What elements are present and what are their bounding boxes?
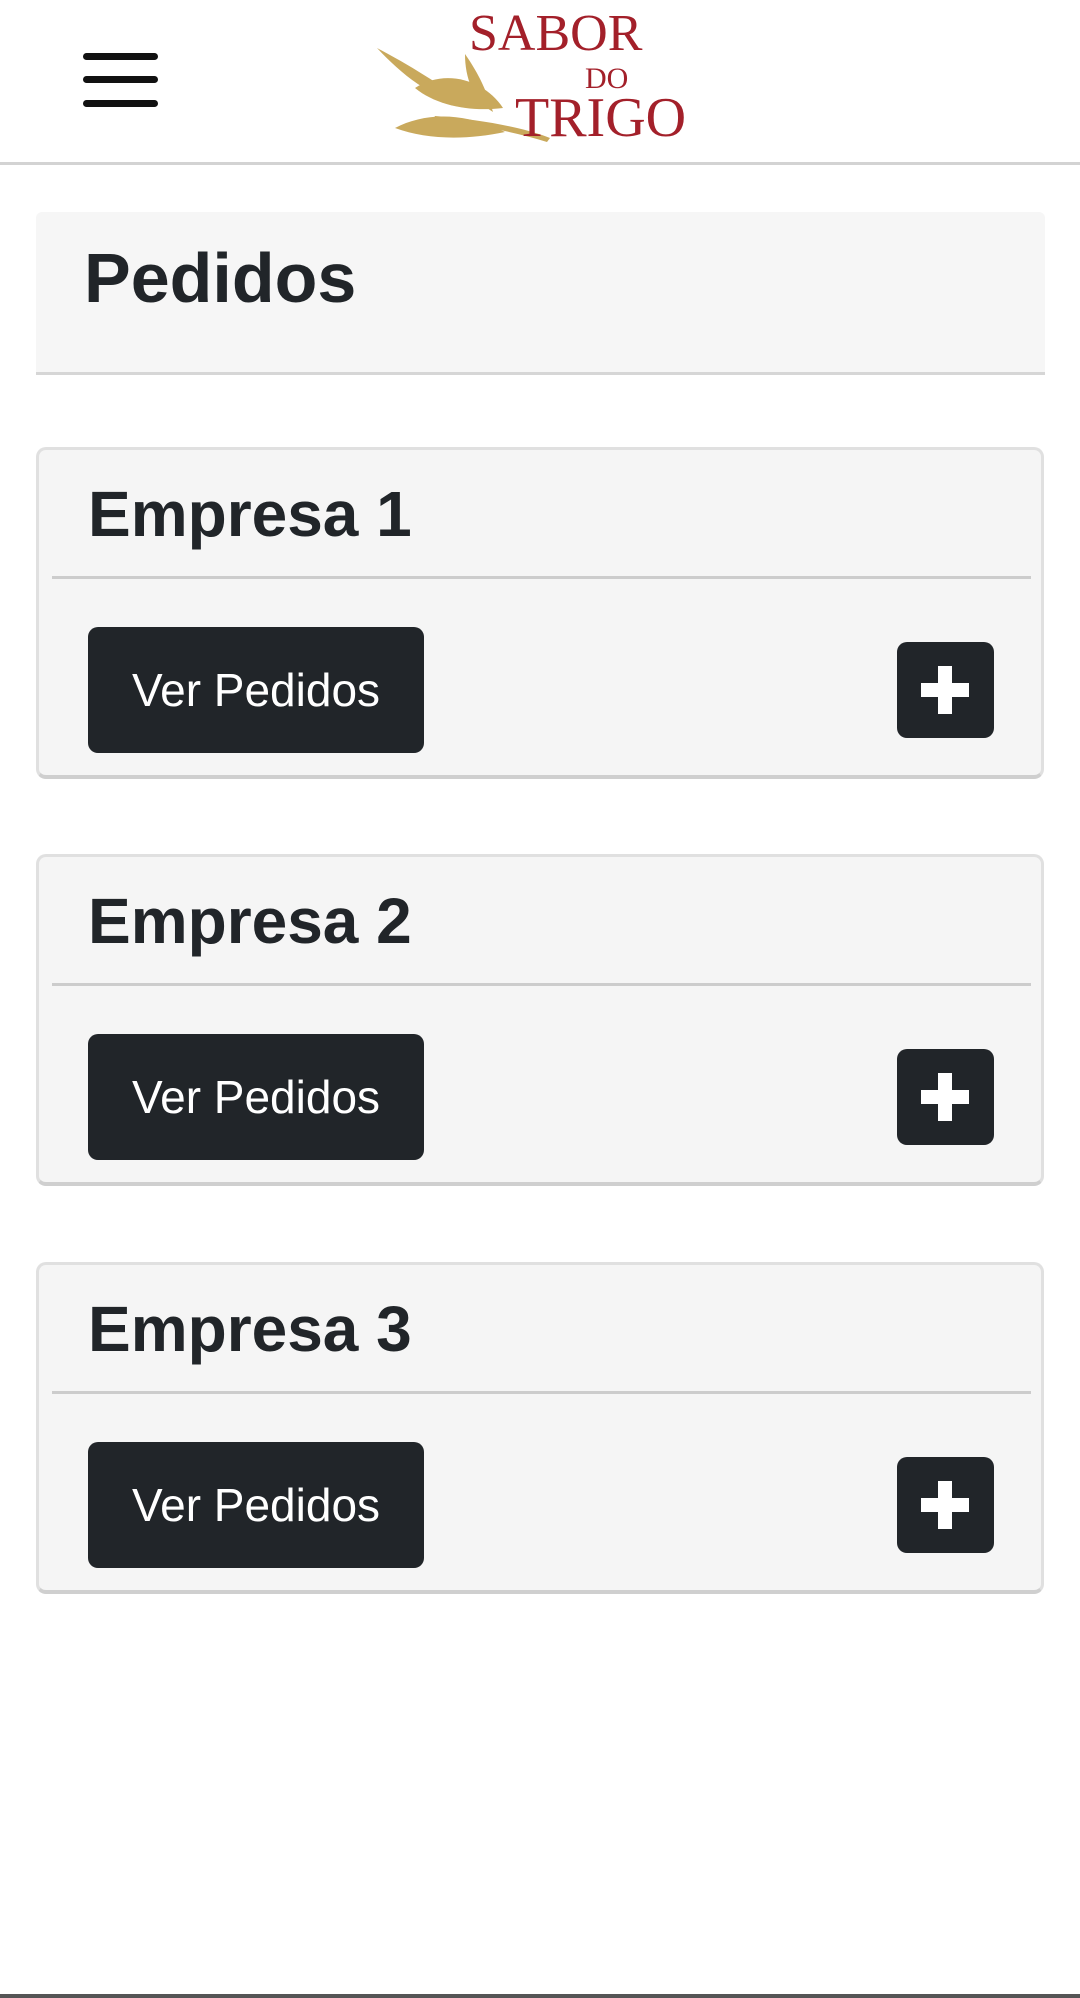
add-order-button[interactable] [897,642,994,738]
card-divider [52,983,1031,986]
card-divider [52,1391,1031,1394]
page-title: Pedidos [84,239,357,317]
ver-pedidos-button[interactable]: Ver Pedidos [88,1442,424,1568]
top-navbar: SABOR DO TRIGO [0,0,1080,165]
page-header: Pedidos [36,212,1045,375]
logo-text-sabor: SABOR [469,8,643,62]
add-order-button[interactable] [897,1049,994,1145]
company-name: Empresa 2 [88,885,412,957]
brand-logo[interactable]: SABOR DO TRIGO [375,8,715,148]
company-name: Empresa 1 [88,478,412,550]
card-divider [52,576,1031,579]
company-card: Empresa 1 Ver Pedidos [36,447,1044,779]
ver-pedidos-button[interactable]: Ver Pedidos [88,1034,424,1160]
company-card: Empresa 3 Ver Pedidos [36,1262,1044,1594]
company-card: Empresa 2 Ver Pedidos [36,854,1044,1186]
hamburger-menu-icon[interactable] [70,40,170,120]
logo-text-trigo: TRIGO [515,87,686,148]
bottom-divider [0,1994,1080,1998]
add-order-button[interactable] [897,1457,994,1553]
ver-pedidos-button[interactable]: Ver Pedidos [88,627,424,753]
company-name: Empresa 3 [88,1293,412,1365]
